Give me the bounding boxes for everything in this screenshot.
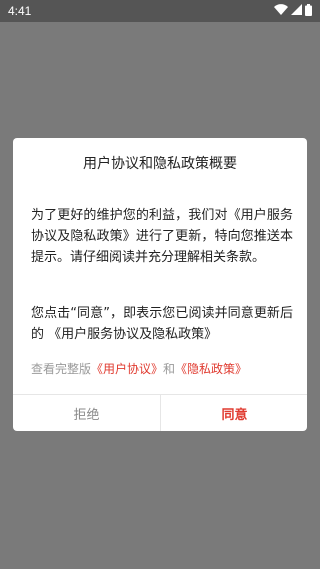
agree-button[interactable]: 同意 <box>161 395 307 431</box>
links-prefix: 查看完整版 <box>31 362 92 376</box>
links-conjunction: 和 <box>163 362 176 376</box>
status-time: 4:41 <box>8 4 32 18</box>
full-version-links: 查看完整版《用户协议》和《隐私政策》 <box>31 360 293 377</box>
status-icons <box>274 3 312 19</box>
battery-icon <box>305 3 312 19</box>
privacy-policy-link[interactable]: 《隐私政策》 <box>175 362 247 376</box>
signal-icon <box>291 4 302 18</box>
user-agreement-link[interactable]: 《用户协议》 <box>91 362 163 376</box>
privacy-dialog: 用户协议和隐私政策概要 为了更好的维护您的利益，我们对《用户服务协议及隐私政策》… <box>13 138 307 431</box>
dialog-paragraph-consent: 您点击“同意”，即表示您已阅读并同意更新后的 《用户服务协议及隐私政策》 <box>31 306 293 342</box>
dialog-paragraph-update: 为了更好的维护您的利益，我们对《用户服务协议及隐私政策》进行了更新，特向您推送本… <box>31 208 293 265</box>
dialog-title: 用户协议和隐私政策概要 <box>83 156 237 172</box>
reject-button[interactable]: 拒绝 <box>13 395 160 431</box>
wifi-icon <box>274 4 288 18</box>
status-bar: 4:41 <box>0 0 320 22</box>
